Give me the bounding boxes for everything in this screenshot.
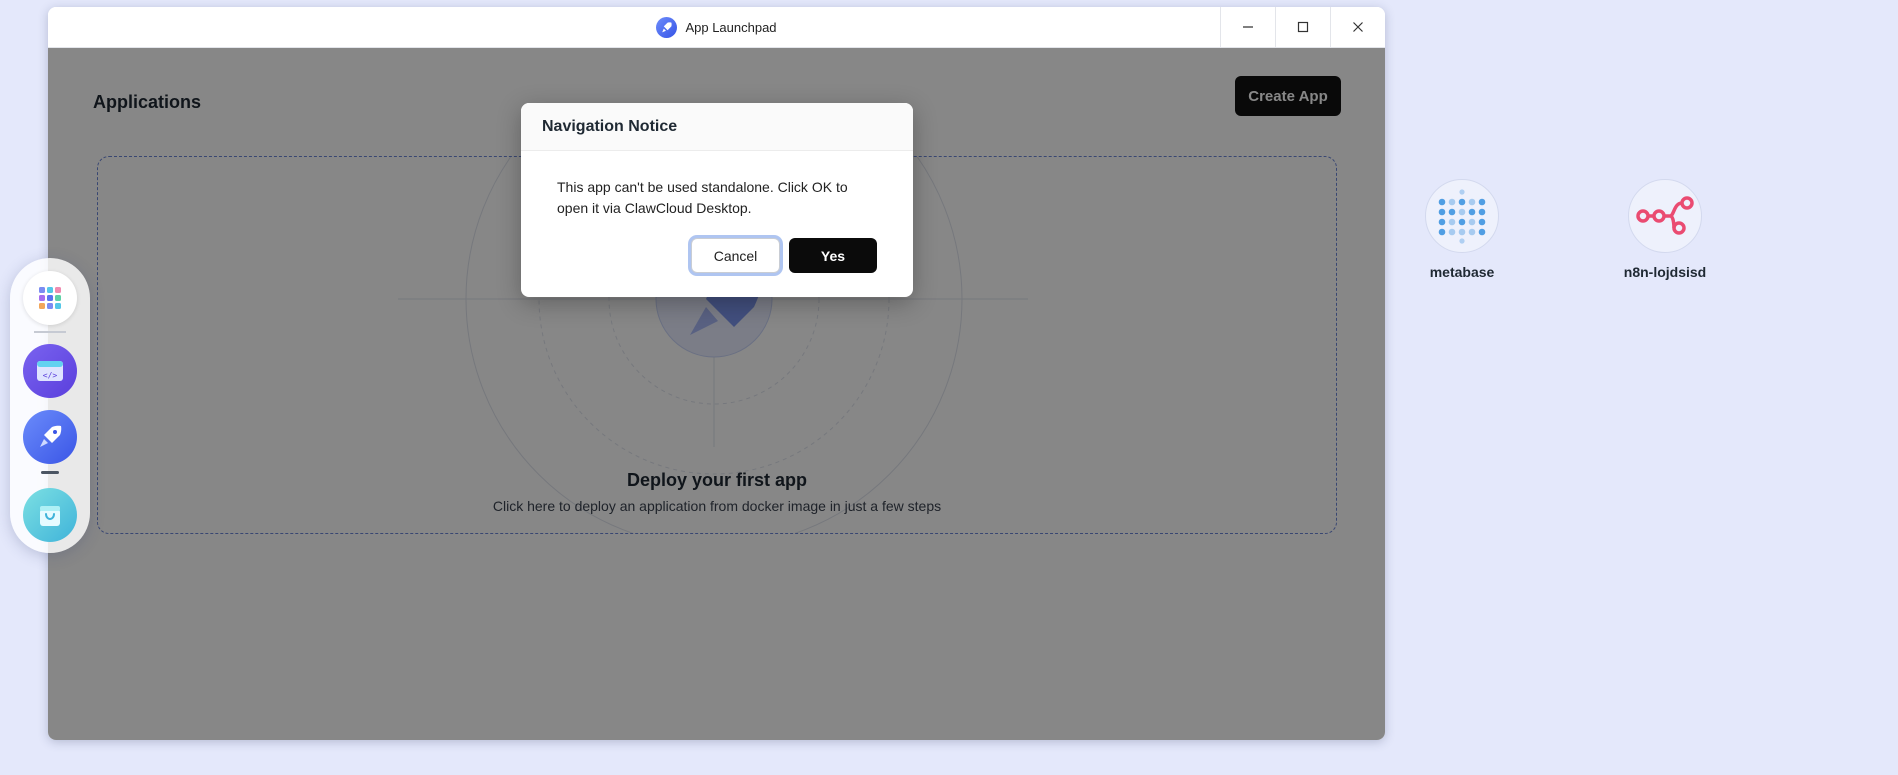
app-launchpad-window: App Launchpad Applications Create App De…	[48, 7, 1385, 740]
yes-button[interactable]: Yes	[789, 238, 877, 273]
dock-devbox[interactable]: </>	[23, 344, 77, 398]
app-launchpad-rocket-icon	[40, 425, 62, 447]
minimize-button[interactable]	[1220, 7, 1275, 47]
devbox-code-icon: </>	[37, 361, 63, 381]
dock-active-indicator	[41, 471, 59, 474]
dock-app-launchpad[interactable]	[23, 410, 77, 464]
dock-separator	[34, 331, 66, 333]
desktop-icon-label: n8n-lojdsisd	[1623, 264, 1707, 280]
close-button[interactable]	[1330, 7, 1385, 47]
title-bar[interactable]: App Launchpad	[48, 7, 1385, 48]
maximize-icon	[1297, 21, 1309, 33]
desktop-icon-metabase[interactable]: metabase	[1407, 179, 1517, 280]
svg-text:</>: </>	[43, 371, 58, 380]
n8n-icon	[1628, 179, 1702, 253]
cancel-button[interactable]: Cancel	[691, 238, 780, 273]
dock: </>	[10, 258, 90, 553]
dock-app-grid[interactable]	[23, 271, 77, 325]
app-store-bag-icon	[40, 506, 60, 526]
metabase-icon	[1425, 179, 1499, 253]
close-icon	[1353, 22, 1363, 32]
dock-app-store[interactable]	[23, 488, 77, 542]
rocket-icon	[656, 16, 678, 38]
window-title: App Launchpad	[685, 19, 777, 35]
app-grid-icon	[39, 287, 61, 309]
dialog-message: This app can't be used standalone. Click…	[557, 179, 848, 216]
desktop-icon-n8n[interactable]: n8n-lojdsisd	[1610, 179, 1720, 280]
desktop-icon-label: metabase	[1429, 264, 1495, 280]
navigation-notice-dialog: Navigation Notice This app can't be used…	[521, 103, 913, 297]
maximize-button[interactable]	[1275, 7, 1330, 47]
dialog-title: Navigation Notice	[521, 103, 913, 151]
minimize-icon	[1243, 26, 1253, 28]
